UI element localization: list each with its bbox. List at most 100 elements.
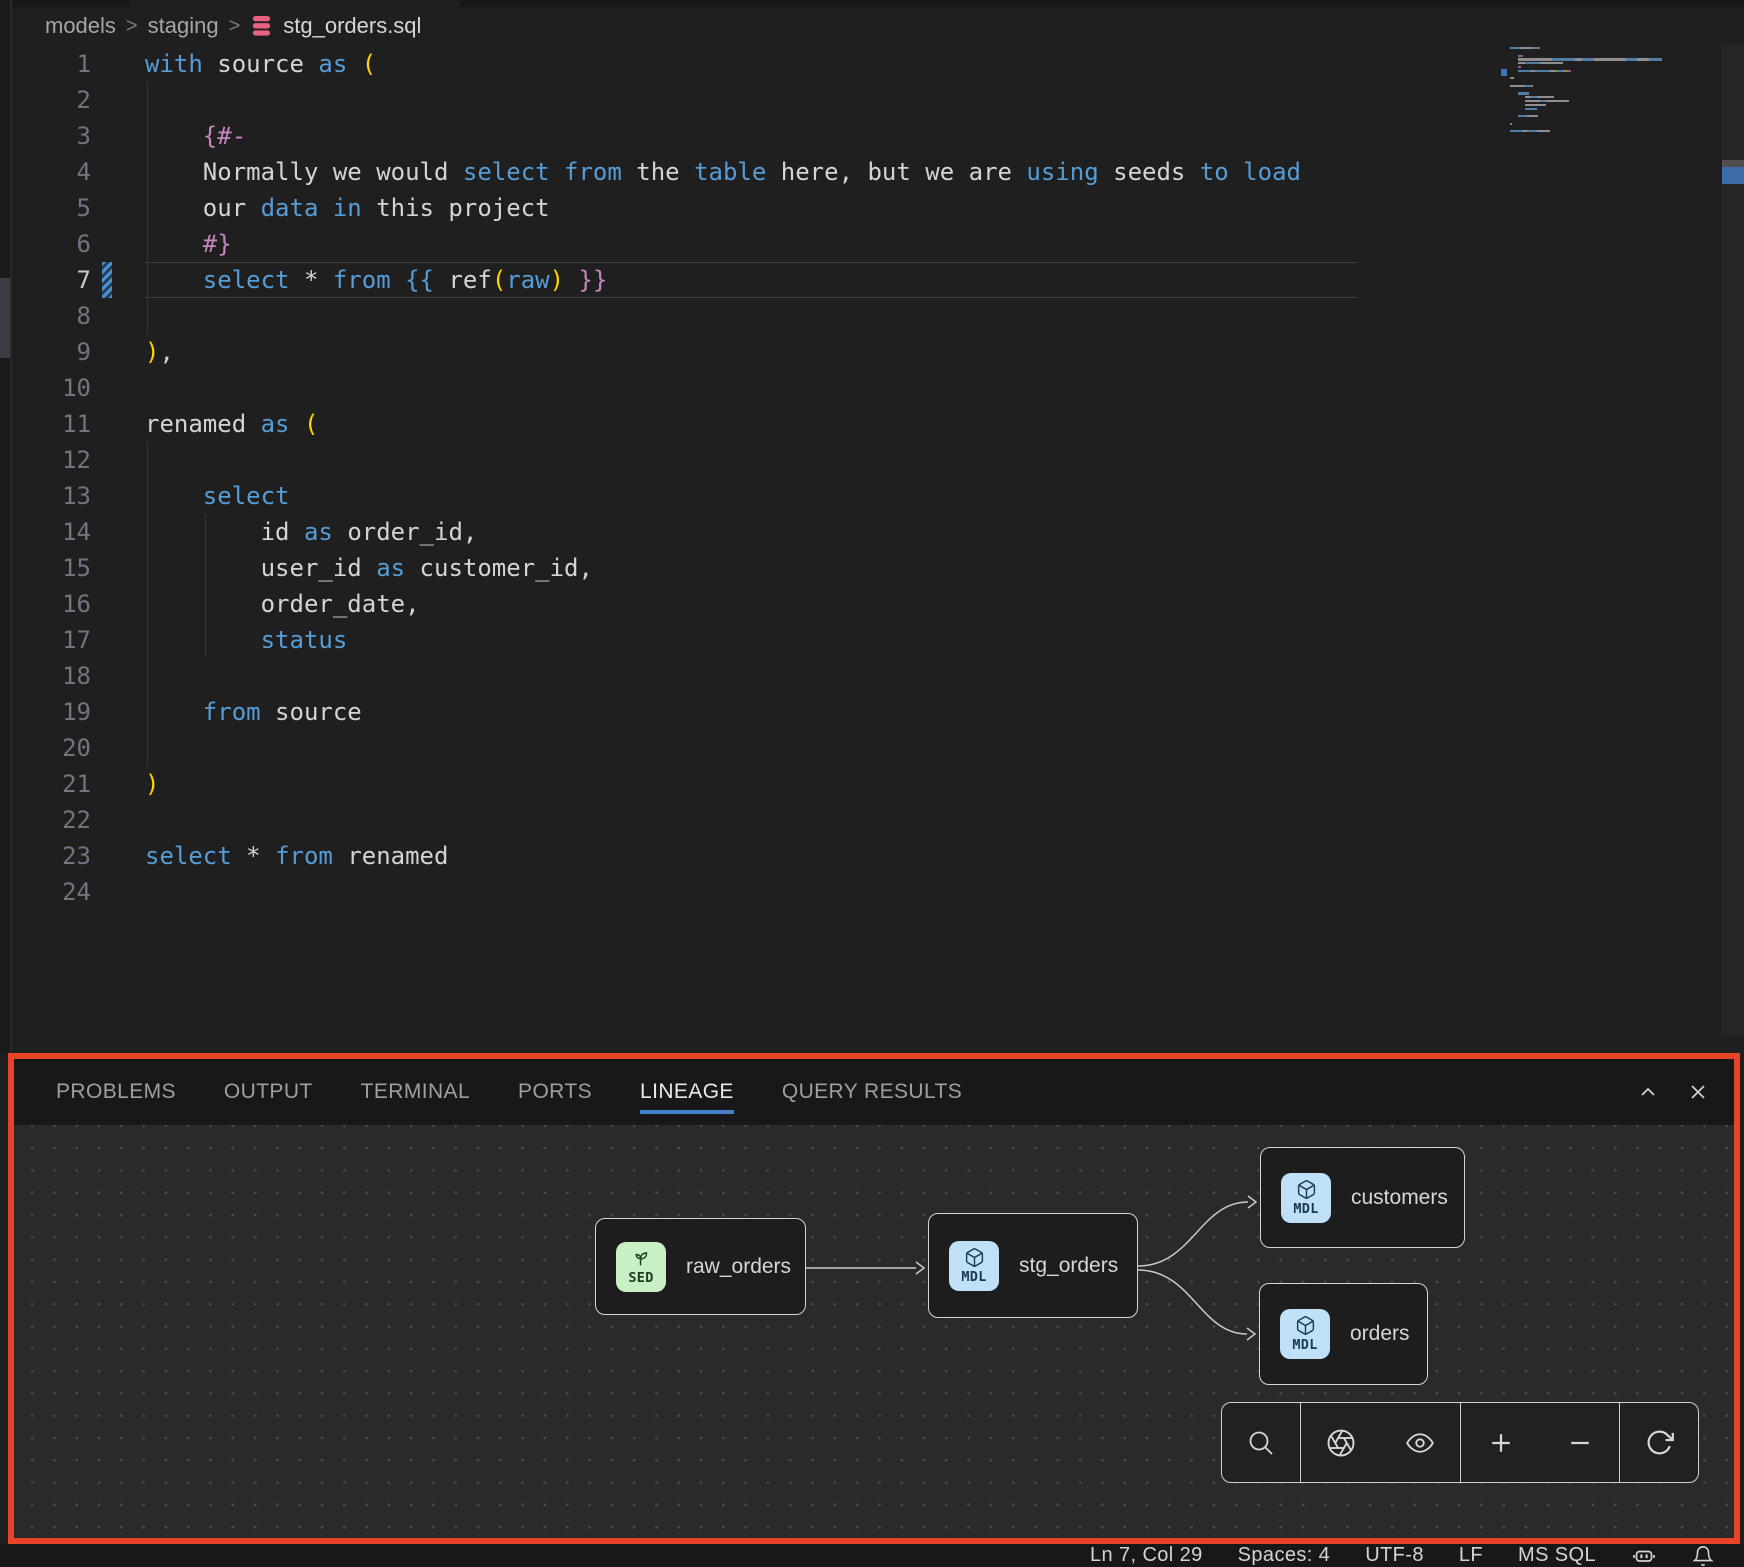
cube-icon xyxy=(964,1247,985,1268)
lineage-node-stg_orders[interactable]: MDL stg_orders xyxy=(928,1213,1138,1318)
panel-close-button[interactable] xyxy=(1686,1080,1710,1104)
lineage-canvas[interactable]: SED raw_orders MDL stg_orders xyxy=(14,1125,1734,1538)
status-bar: Ln 7, Col 29 Spaces: 4 UTF-8 LF MS SQL xyxy=(0,1544,1744,1567)
badge-label: SED xyxy=(628,1270,653,1286)
left-scroll-strip[interactable] xyxy=(0,0,12,1053)
code-line xyxy=(145,730,1301,766)
status-indentation[interactable]: Spaces: 4 xyxy=(1238,1544,1331,1567)
status-encoding[interactable]: UTF-8 xyxy=(1365,1544,1424,1567)
copilot-icon xyxy=(1631,1544,1657,1567)
code-line xyxy=(145,658,1301,694)
bottom-panel: PROBLEMS OUTPUT TERMINAL PORTS LINEAGE Q… xyxy=(8,1053,1740,1544)
zoom-out-button[interactable] xyxy=(1545,1408,1615,1478)
seed-badge: SED xyxy=(616,1242,666,1292)
gutter: 123456789101112131415161718192021222324 xyxy=(12,46,91,910)
refresh-button[interactable] xyxy=(1624,1408,1694,1478)
lineage-node-customers[interactable]: MDL customers xyxy=(1260,1147,1465,1248)
panel-tab-bar: PROBLEMS OUTPUT TERMINAL PORTS LINEAGE Q… xyxy=(14,1059,1734,1125)
active-tab-sliver xyxy=(130,0,460,7)
code-line xyxy=(145,802,1301,838)
copilot-button[interactable] xyxy=(1631,1544,1657,1567)
line-number: 13 xyxy=(12,478,91,514)
overview-ruler-gray xyxy=(1722,160,1744,167)
code-line: renamed as ( xyxy=(145,406,1301,442)
badge-label: MDL xyxy=(961,1269,986,1285)
node-label: orders xyxy=(1350,1322,1410,1346)
overview-ruler-modified xyxy=(1722,167,1744,184)
tab-lineage[interactable]: LINEAGE xyxy=(640,1059,734,1125)
code-line: with source as ( xyxy=(145,46,1301,82)
node-label: stg_orders xyxy=(1019,1254,1118,1278)
tab-terminal[interactable]: TERMINAL xyxy=(361,1059,470,1125)
minimap[interactable] xyxy=(1510,47,1710,138)
aperture-icon xyxy=(1326,1428,1356,1458)
sprout-icon xyxy=(630,1247,652,1269)
code-lines: with source as ( {#- Normally we would s… xyxy=(145,46,1301,910)
breadcrumb-item-models[interactable]: models xyxy=(45,13,116,39)
code-line: our data in this project xyxy=(145,190,1301,226)
code-line: user_id as customer_id, xyxy=(145,550,1301,586)
line-number: 2 xyxy=(12,82,91,118)
code-line: select * from renamed xyxy=(145,838,1301,874)
model-badge: MDL xyxy=(1280,1309,1330,1359)
breadcrumb-item-file[interactable]: stg_orders.sql xyxy=(283,13,421,39)
zoom-in-button[interactable] xyxy=(1466,1408,1536,1478)
code-editor[interactable]: 123456789101112131415161718192021222324 … xyxy=(12,45,1744,1053)
line-number: 10 xyxy=(12,370,91,406)
minus-icon xyxy=(1565,1428,1595,1458)
cube-icon xyxy=(1295,1315,1316,1336)
notifications-button[interactable] xyxy=(1692,1545,1714,1567)
tab-ports[interactable]: PORTS xyxy=(518,1059,592,1125)
lineage-node-orders[interactable]: MDL orders xyxy=(1259,1283,1428,1385)
line-number: 7 xyxy=(12,262,91,298)
lineage-node-raw_orders[interactable]: SED raw_orders xyxy=(595,1218,806,1315)
line-number: 14 xyxy=(12,514,91,550)
line-number: 17 xyxy=(12,622,91,658)
badge-label: MDL xyxy=(1292,1337,1317,1353)
modified-line-marker xyxy=(102,262,112,298)
line-number: 1 xyxy=(12,46,91,82)
line-number: 18 xyxy=(12,658,91,694)
lineage-toolbar xyxy=(1221,1402,1699,1483)
tab-query-results[interactable]: QUERY RESULTS xyxy=(782,1059,962,1125)
status-cursor-position[interactable]: Ln 7, Col 29 xyxy=(1090,1544,1203,1567)
line-number: 3 xyxy=(12,118,91,154)
line-number: 4 xyxy=(12,154,91,190)
model-badge: MDL xyxy=(1281,1173,1331,1223)
visibility-button[interactable] xyxy=(1385,1408,1455,1478)
code-line xyxy=(145,370,1301,406)
node-label: raw_orders xyxy=(686,1255,791,1279)
search-button[interactable] xyxy=(1226,1408,1296,1478)
refresh-icon xyxy=(1645,1428,1674,1457)
line-number: 12 xyxy=(12,442,91,478)
code-line xyxy=(145,298,1301,334)
breadcrumb-separator: > xyxy=(229,15,241,38)
status-eol[interactable]: LF xyxy=(1459,1544,1483,1567)
tab-output[interactable]: OUTPUT xyxy=(224,1059,313,1125)
code-line xyxy=(145,874,1301,910)
line-number: 24 xyxy=(12,874,91,910)
aperture-button[interactable] xyxy=(1306,1408,1376,1478)
code-line: {#- xyxy=(145,118,1301,154)
breadcrumb-item-staging[interactable]: staging xyxy=(148,13,219,39)
editor-scrollbar[interactable] xyxy=(1722,45,1744,1035)
line-number: 22 xyxy=(12,802,91,838)
node-label: customers xyxy=(1351,1186,1448,1210)
chevron-up-icon xyxy=(1642,1089,1654,1095)
badge-label: MDL xyxy=(1293,1201,1318,1217)
line-number: 11 xyxy=(12,406,91,442)
model-badge: MDL xyxy=(949,1241,999,1291)
minimap-modified-marker xyxy=(1501,69,1507,76)
line-number: 9 xyxy=(12,334,91,370)
eye-icon xyxy=(1404,1429,1436,1457)
breadcrumb: models > staging > stg_orders.sql xyxy=(12,7,421,45)
code-line: id as order_id, xyxy=(145,514,1301,550)
scroll-thumb[interactable] xyxy=(0,278,10,358)
panel-maximize-button[interactable] xyxy=(1636,1080,1660,1104)
status-language-mode[interactable]: MS SQL xyxy=(1518,1544,1596,1567)
code-line xyxy=(145,442,1301,478)
line-number: 8 xyxy=(12,298,91,334)
code-line: select xyxy=(145,478,1301,514)
tab-problems[interactable]: PROBLEMS xyxy=(56,1059,176,1125)
code-line: ), xyxy=(145,334,1301,370)
